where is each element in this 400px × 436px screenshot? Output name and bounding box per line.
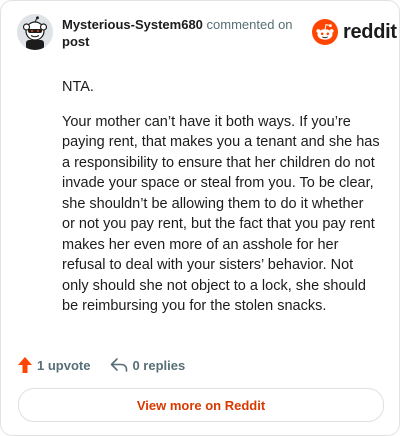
snoo-avatar-icon bbox=[17, 14, 53, 50]
view-more-button[interactable]: View more on Reddit bbox=[18, 388, 384, 422]
author-name[interactable]: Mysterious-System680 bbox=[62, 17, 203, 32]
avatar[interactable] bbox=[17, 14, 53, 50]
embedded-comment-card: Mysterious-System680 commented on post r… bbox=[0, 0, 400, 436]
comment-paragraph: NTA. bbox=[62, 79, 94, 95]
reddit-wordmark: reddit bbox=[343, 20, 397, 43]
reddit-logo-icon bbox=[312, 19, 338, 45]
reddit-brand[interactable]: reddit bbox=[312, 19, 397, 45]
comment-action-text: commented on bbox=[206, 17, 293, 32]
replies-stat[interactable]: 0 replies bbox=[110, 357, 185, 373]
upvote-arrow-icon bbox=[18, 357, 32, 373]
comment-meta: Mysterious-System680 commented on post bbox=[62, 16, 302, 50]
comment-paragraph: Your mother can’t have it both ways. If … bbox=[62, 113, 380, 315]
upvote-count: 1 upvote bbox=[37, 357, 91, 373]
comment-footer: 1 upvote 0 replies bbox=[17, 356, 185, 374]
reply-count: 0 replies bbox=[132, 357, 186, 373]
reply-arrow-icon bbox=[111, 358, 128, 372]
comment-body: NTA. Your mother can’t have it both ways… bbox=[62, 77, 380, 331]
upvote-stat[interactable]: 1 upvote bbox=[17, 356, 90, 374]
post-link[interactable]: post bbox=[62, 33, 302, 50]
